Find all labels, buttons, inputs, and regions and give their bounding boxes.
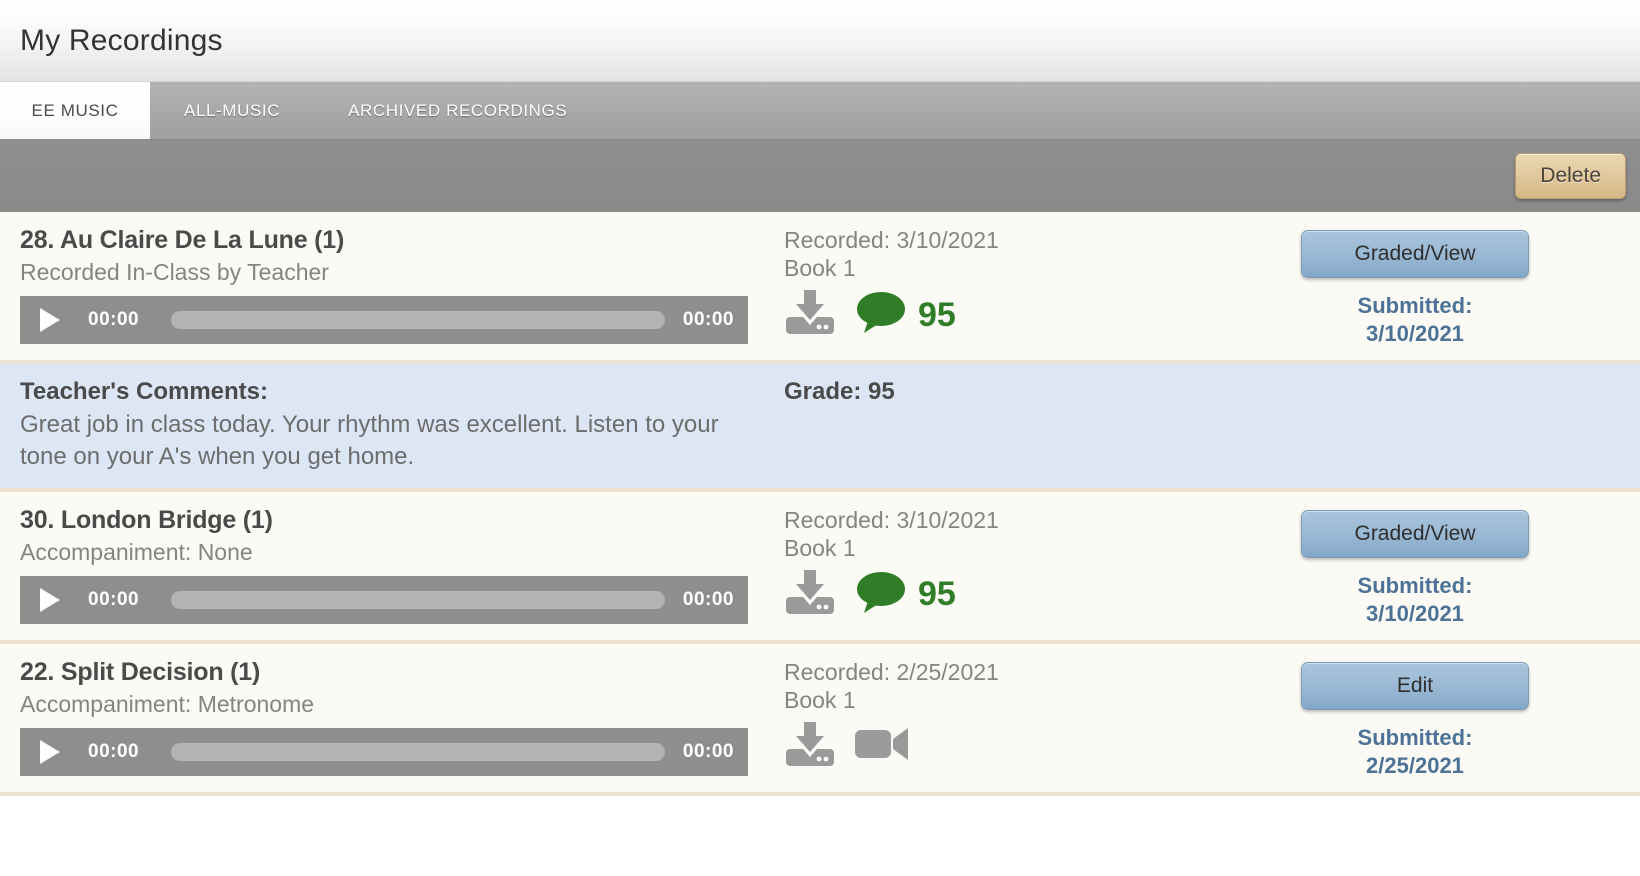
recording-actions: Graded/View Submitted: 3/10/2021 [1190, 506, 1640, 628]
tab-archived-recordings[interactable]: ARCHIVED RECORDINGS [314, 82, 601, 139]
recording-title: 22. Split Decision (1) [20, 658, 261, 686]
current-time: 00:00 [88, 309, 140, 330]
duration-time: 00:00 [682, 309, 734, 330]
recording-meta: Recorded: 2/25/2021 Book 1 [770, 658, 1190, 780]
seek-slider[interactable] [171, 743, 665, 761]
play-icon[interactable] [40, 308, 60, 332]
current-time: 00:00 [88, 741, 140, 762]
comments-label: Teacher's Comments: [20, 378, 269, 406]
recorded-date: Recorded: 2/25/2021 [784, 659, 999, 685]
tab-all-music[interactable]: ALL-MUSIC [150, 82, 314, 139]
submitted-label: Submitted: [1357, 572, 1473, 598]
video-camera-icon[interactable] [854, 724, 910, 769]
grade-value: 95 [918, 295, 956, 334]
submitted-info: Submitted: 2/25/2021 [1358, 724, 1473, 780]
recording-info: 28. Au Claire De La Lune (1) Recorded In… [0, 226, 770, 348]
recording-info: 30. London Bridge (1) Accompaniment: Non… [0, 506, 770, 628]
comment-bubble-icon[interactable] [854, 570, 908, 619]
recording-subtitle: Recorded In-Class by Teacher [20, 259, 329, 285]
tab-label: EE MUSIC [31, 100, 119, 120]
table-row: 30. London Bridge (1) Accompaniment: Non… [0, 491, 1640, 644]
grade-indicator: 95 [854, 290, 956, 339]
comments-body: Great job in class today. Your rhythm wa… [20, 411, 719, 470]
recording-actions: Graded/View Submitted: 3/10/2021 [1190, 226, 1640, 348]
tab-label: ARCHIVED RECORDINGS [348, 100, 568, 120]
page-title: My Recordings [20, 23, 223, 57]
graded-view-button[interactable]: Graded/View [1301, 230, 1529, 278]
tab-bar: EE MUSIC ALL-MUSIC ARCHIVED RECORDINGS [0, 82, 1640, 140]
recording-title: 28. Au Claire De La Lune (1) [20, 226, 345, 254]
comments-grade: Grade: 95 [784, 378, 895, 406]
recording-title: 30. London Bridge (1) [20, 505, 273, 534]
recording-actions: Edit Submitted: 2/25/2021 [1190, 658, 1640, 780]
seek-slider[interactable] [171, 311, 665, 329]
audio-player[interactable]: 00:00 00:00 [20, 296, 748, 344]
tab-ee-music[interactable]: EE MUSIC [0, 82, 150, 139]
delete-button[interactable]: Delete [1515, 153, 1626, 199]
teacher-comments-panel: Teacher's Comments: Great job in class t… [0, 364, 1640, 492]
duration-time: 00:00 [682, 741, 734, 762]
table-row: 22. Split Decision (1) Accompaniment: Me… [0, 644, 1640, 797]
recording-info: 22. Split Decision (1) Accompaniment: Me… [0, 658, 770, 780]
comments-text-block: Teacher's Comments: Great job in class t… [0, 378, 770, 471]
recording-subtitle: Accompaniment: None [20, 538, 253, 565]
book-label: Book 1 [784, 255, 856, 282]
duration-time: 00:00 [682, 588, 734, 610]
submitted-date: 3/10/2021 [1366, 600, 1464, 626]
current-time: 00:00 [88, 588, 140, 610]
comment-bubble-icon[interactable] [854, 290, 908, 339]
submitted-label: Submitted: [1357, 725, 1473, 750]
meta-icon-row [784, 722, 1190, 771]
seek-slider[interactable] [171, 590, 665, 609]
submitted-label: Submitted: [1357, 293, 1473, 318]
recorded-date: Recorded: 3/10/2021 [784, 227, 999, 253]
submitted-info: Submitted: 3/10/2021 [1358, 292, 1473, 348]
grade-value: 95 [918, 575, 956, 614]
tab-label: ALL-MUSIC [184, 100, 281, 120]
recorded-date: Recorded: 3/10/2021 [784, 506, 999, 533]
edit-button[interactable]: Edit [1301, 662, 1529, 710]
audio-player[interactable]: 00:00 00:00 [20, 728, 748, 776]
play-icon[interactable] [40, 740, 60, 764]
recording-subtitle: Accompaniment: Metronome [20, 691, 315, 717]
action-toolbar: Delete [0, 140, 1640, 212]
download-icon[interactable] [784, 290, 836, 339]
download-icon[interactable] [784, 569, 836, 619]
submitted-date: 2/25/2021 [1366, 753, 1464, 779]
grade-indicator: 95 [854, 570, 956, 619]
meta-icon-row: 95 [784, 569, 1190, 619]
play-icon[interactable] [40, 587, 60, 612]
table-row: 28. Au Claire De La Lune (1) Recorded In… [0, 212, 1640, 365]
recording-meta: Recorded: 3/10/2021 Book 1 95 [770, 226, 1190, 348]
submitted-info: Submitted: 3/10/2021 [1358, 572, 1473, 628]
meta-icon-row: 95 [784, 290, 1190, 339]
submitted-date: 3/10/2021 [1366, 321, 1464, 347]
audio-player[interactable]: 00:00 00:00 [20, 575, 748, 624]
download-icon[interactable] [784, 722, 836, 771]
book-label: Book 1 [784, 534, 856, 561]
app-header: My Recordings [0, 0, 1640, 82]
book-label: Book 1 [784, 687, 856, 714]
recording-meta: Recorded: 3/10/2021 Book 1 95 [770, 506, 1190, 628]
graded-view-button[interactable]: Graded/View [1301, 509, 1529, 558]
